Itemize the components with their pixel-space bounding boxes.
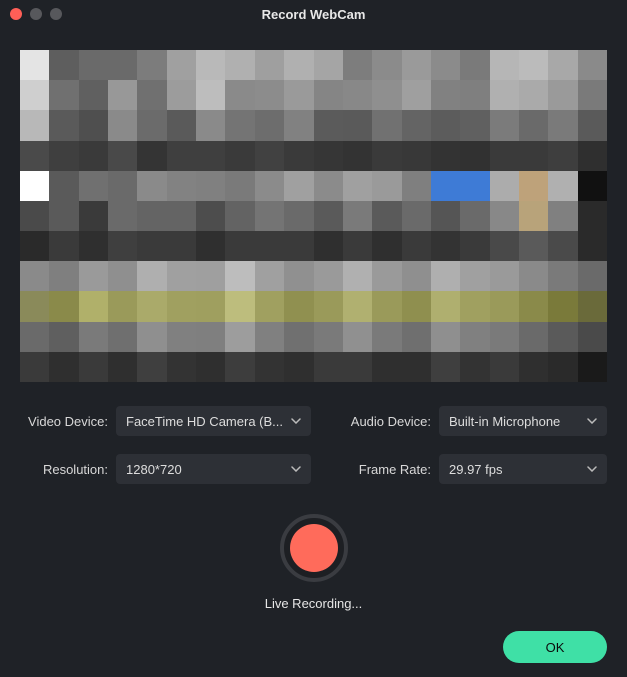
video-device-select[interactable]: FaceTime HD Camera (B... [116, 406, 311, 436]
record-area: Live Recording... [0, 514, 627, 611]
titlebar: Record WebCam [0, 0, 627, 28]
audio-device-label: Audio Device: [347, 414, 431, 429]
frame-rate-field: Frame Rate: 29.97 fps [347, 454, 607, 484]
resolution-label: Resolution: [20, 462, 108, 477]
footer: OK [503, 631, 607, 663]
ok-button[interactable]: OK [503, 631, 607, 663]
maximize-window-button[interactable] [50, 8, 62, 20]
chevron-down-icon [587, 418, 597, 424]
record-status: Live Recording... [0, 596, 627, 611]
window-title: Record WebCam [0, 7, 627, 22]
chevron-down-icon [291, 466, 301, 472]
audio-device-value: Built-in Microphone [449, 414, 579, 429]
device-controls: Video Device: FaceTime HD Camera (B... A… [20, 406, 607, 484]
audio-device-select[interactable]: Built-in Microphone [439, 406, 607, 436]
resolution-field: Resolution: 1280*720 [20, 454, 311, 484]
resolution-value: 1280*720 [126, 462, 283, 477]
frame-rate-select[interactable]: 29.97 fps [439, 454, 607, 484]
minimize-window-button[interactable] [30, 8, 42, 20]
frame-rate-label: Frame Rate: [347, 462, 431, 477]
frame-rate-value: 29.97 fps [449, 462, 579, 477]
webcam-preview [20, 50, 607, 382]
chevron-down-icon [291, 418, 301, 424]
video-device-label: Video Device: [20, 414, 108, 429]
ok-button-label: OK [546, 640, 565, 655]
traffic-lights [10, 8, 62, 20]
record-icon [290, 524, 338, 572]
resolution-select[interactable]: 1280*720 [116, 454, 311, 484]
close-window-button[interactable] [10, 8, 22, 20]
video-device-value: FaceTime HD Camera (B... [126, 414, 283, 429]
video-device-field: Video Device: FaceTime HD Camera (B... [20, 406, 311, 436]
record-button[interactable] [280, 514, 348, 582]
audio-device-field: Audio Device: Built-in Microphone [347, 406, 607, 436]
chevron-down-icon [587, 466, 597, 472]
